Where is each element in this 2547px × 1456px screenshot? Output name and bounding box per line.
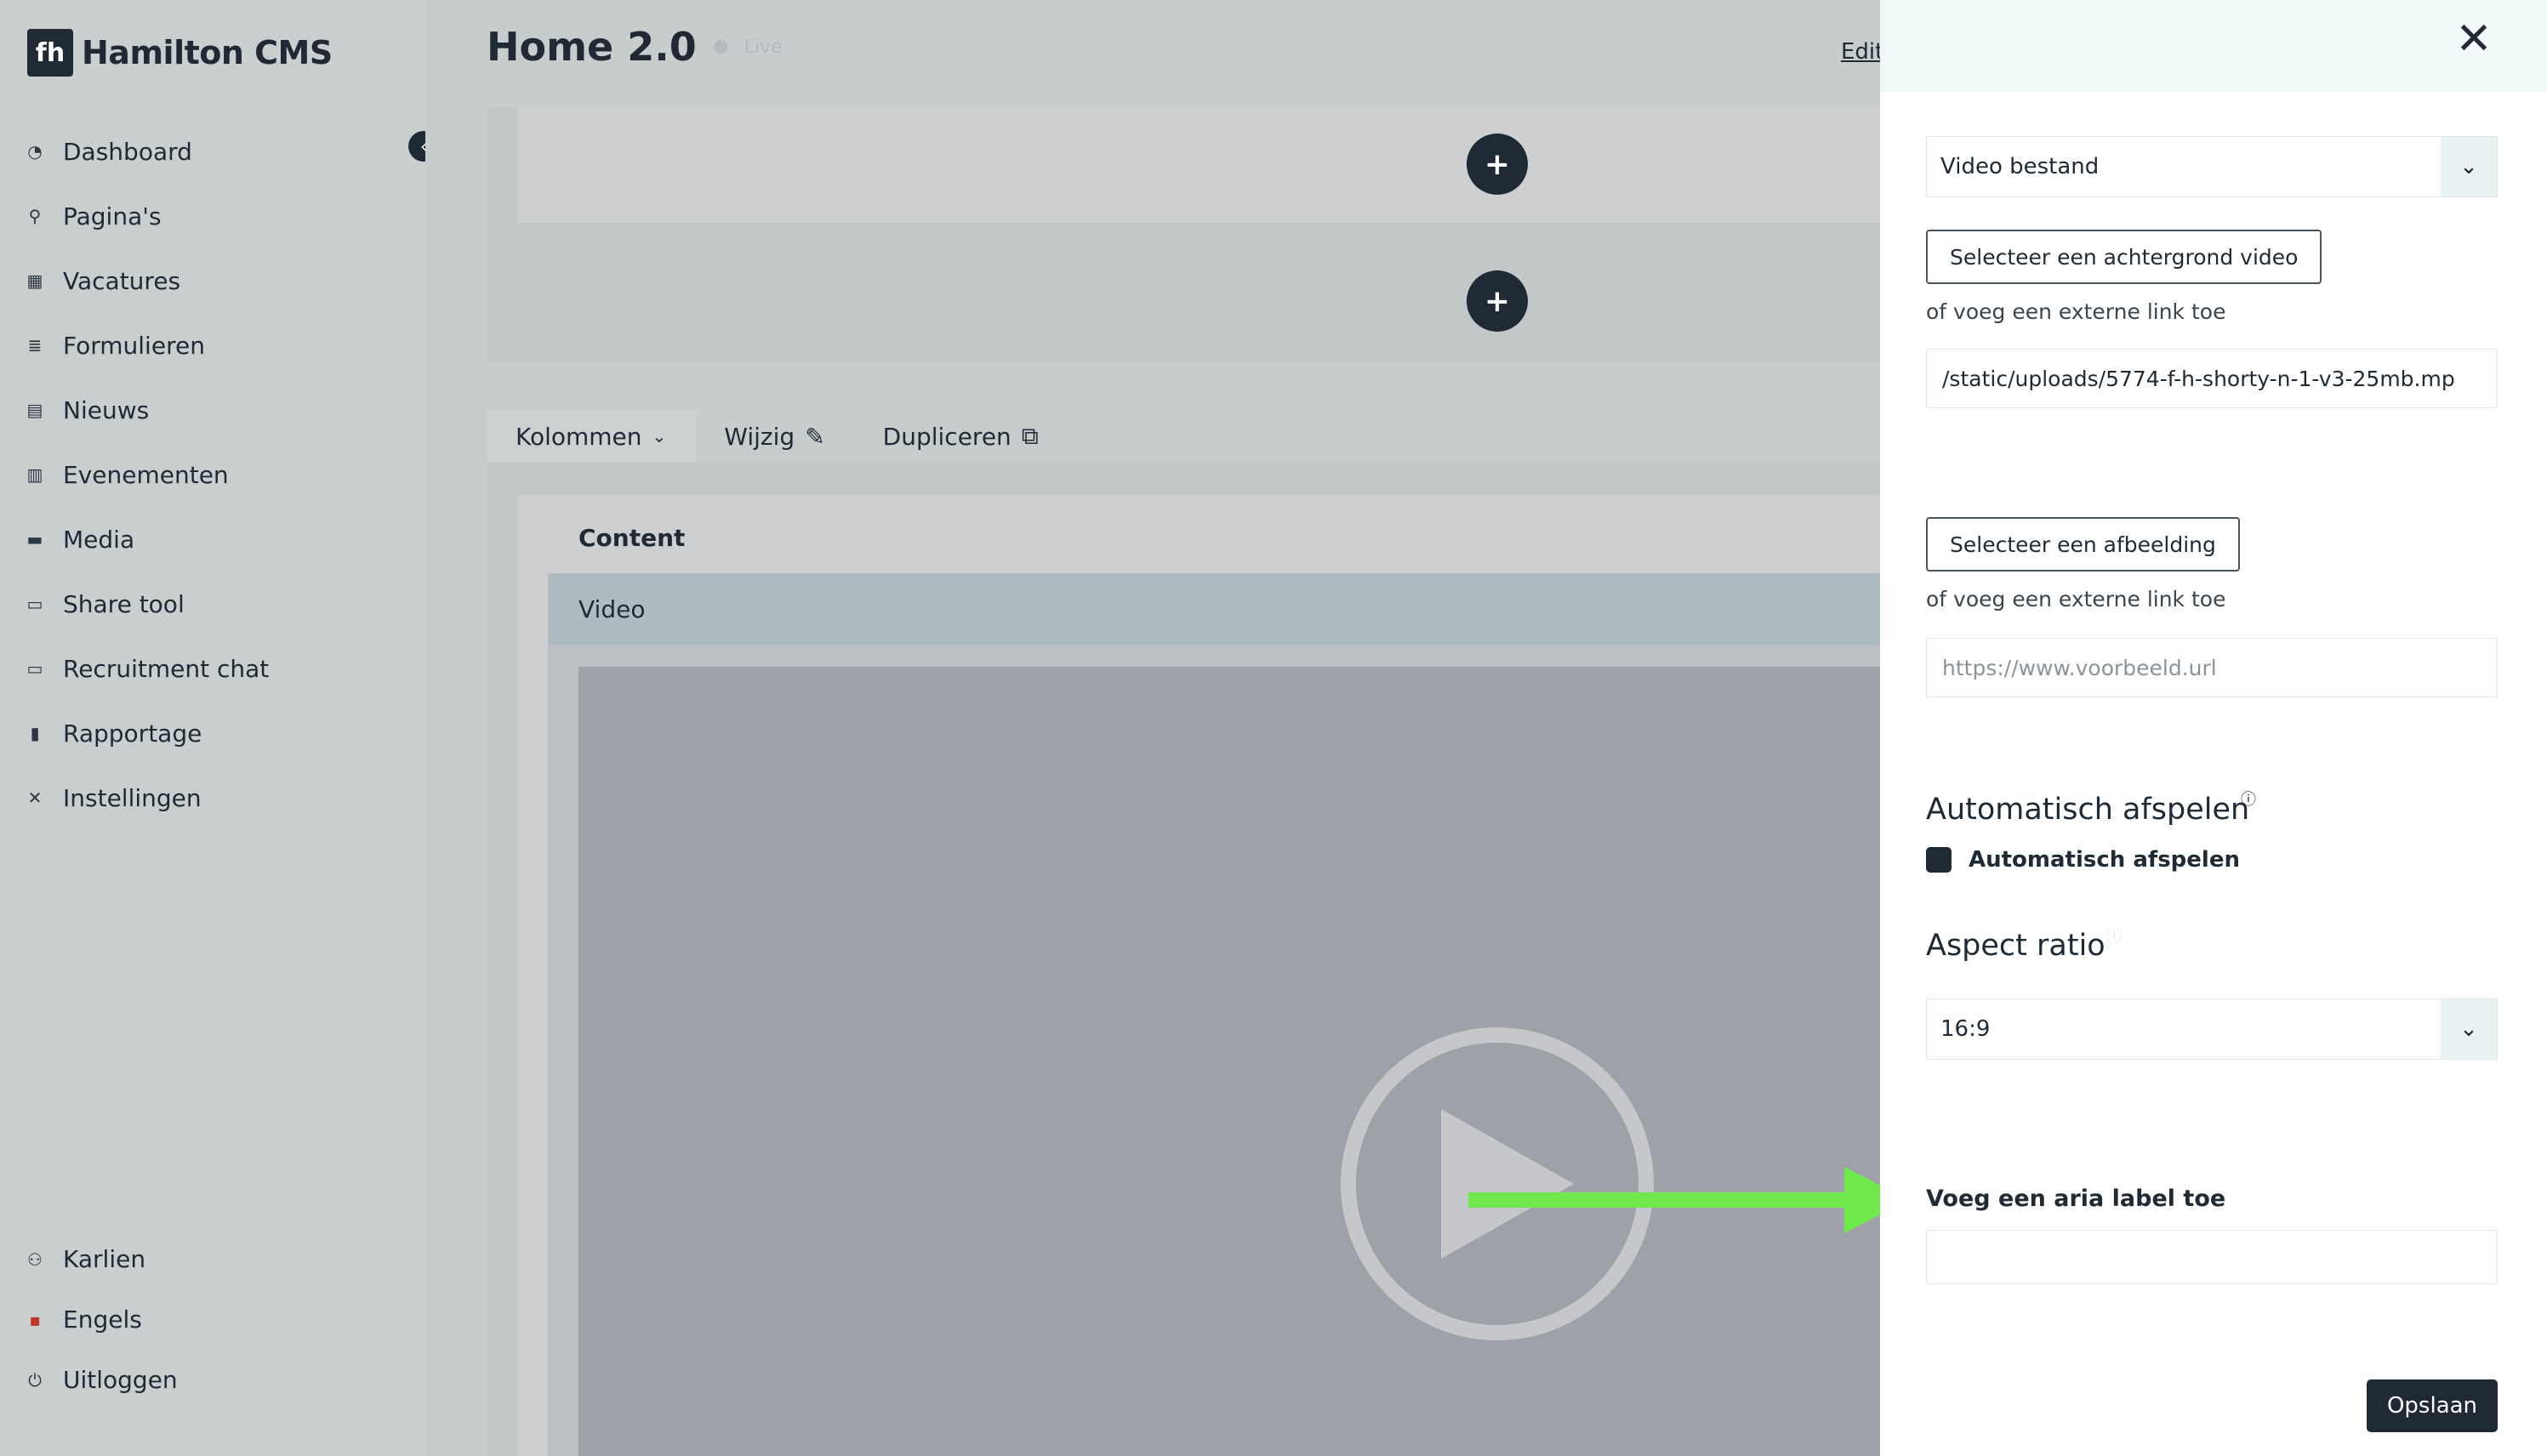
select-image-button[interactable]: Selecteer een afbeelding — [1926, 517, 2240, 572]
sidebar-bottom: ⚇ Karlien ▪ Engels ⏻ Uitloggen — [26, 1229, 400, 1410]
sidebar-item-label: Pagina's — [63, 202, 162, 230]
aspect-ratio-value: 16:9 — [1940, 1016, 1991, 1042]
sidebar-item-label: Media — [63, 525, 135, 554]
sidebar-item-label: Engels — [63, 1305, 142, 1334]
panel-header — [1880, 0, 2547, 92]
sidebar-item-label: Share tool — [63, 589, 185, 618]
sidebar-item-reports[interactable]: ▮ Rapportage — [26, 701, 400, 765]
sidebar-item-label: Nieuws — [63, 395, 150, 424]
sidebar-item-pages[interactable]: ⚲ Pagina's — [26, 184, 400, 248]
info-icon[interactable]: ⓘ — [2241, 788, 2256, 810]
autoplay-checkbox-label: Automatisch afspelen — [1969, 847, 2240, 873]
chevron-down-icon: ⌄ — [2441, 137, 2497, 196]
play-icon[interactable] — [1441, 1109, 1574, 1259]
autoplay-checkbox[interactable] — [1926, 847, 1952, 873]
add-row-button[interactable]: + — [1467, 270, 1528, 332]
aspect-ratio-title: Aspect ratio — [1926, 929, 2105, 963]
tools-icon: ✕ — [27, 788, 43, 808]
app-logo[interactable]: fh Hamilton CMS — [27, 29, 333, 77]
sidebar-item-label: Uitloggen — [63, 1366, 178, 1394]
sidebar-item-label: Evenementen — [63, 460, 229, 489]
chevron-down-icon: ⌄ — [2441, 999, 2497, 1059]
logo-text: Hamilton CMS — [82, 34, 333, 71]
chat-icon: ▭ — [26, 658, 43, 679]
block-toolbar: Kolommen ⌄ Wijzig ✎ Dupliceren ⧉ — [487, 410, 1882, 463]
logo-mark: fh — [27, 29, 73, 77]
sidebar-item-share-tool[interactable]: ▭ Share tool — [26, 572, 400, 636]
info-icon[interactable]: ⓘ — [2106, 925, 2122, 947]
edit-label: Wijzig — [724, 422, 795, 451]
folder-icon: ▬ — [26, 529, 43, 549]
power-icon: ⏻ — [28, 1369, 42, 1391]
gauge-icon: ◔ — [27, 141, 43, 162]
status-dot — [713, 40, 727, 54]
video-url-input[interactable]: /static/uploads/5774-f-h-shorty-n-1-v3-2… — [1926, 349, 2498, 408]
edit-button[interactable]: Wijzig ✎ — [695, 410, 853, 463]
autoplay-title: Automatisch afspelen — [1926, 793, 2250, 827]
add-block-button[interactable]: + — [1467, 134, 1528, 195]
sitemap-icon: ⚲ — [28, 206, 42, 226]
plus-icon: + — [1484, 146, 1511, 182]
sidebar-item-label: Rapportage — [63, 719, 202, 748]
aria-label-title: Voeg een aria label toe — [1926, 1186, 2226, 1212]
sidebar-nav: ◔ Dashboard ⚲ Pagina's ▦ Vacatures ≣ For… — [26, 119, 400, 830]
sidebar-item-label: Recruitment chat — [63, 654, 270, 683]
empty-row — [517, 107, 1882, 223]
sidebar: fh Hamilton CMS ◔ Dashboard ⚲ Pagina's ▦… — [0, 0, 425, 1456]
status-badge: Live — [744, 36, 783, 58]
plus-icon: + — [1484, 283, 1511, 319]
grid-icon: ▦ — [26, 270, 43, 291]
video-block-label: Video — [578, 594, 646, 623]
external-link-hint: of voeg een externe link toe — [1926, 587, 2226, 611]
sidebar-item-vacancies[interactable]: ▦ Vacatures — [26, 248, 400, 313]
video-player[interactable] — [578, 667, 1882, 1456]
annotation-arrow-line — [1468, 1192, 1848, 1208]
video-type-select[interactable]: Video bestand ⌄ — [1926, 136, 2498, 197]
external-link-hint: of voeg een externe link toe — [1926, 299, 2226, 324]
comment-icon: ▭ — [26, 594, 43, 614]
aria-label-input[interactable] — [1926, 1230, 2498, 1284]
content-section-label: Content — [578, 524, 686, 552]
newspaper-icon: ▤ — [26, 400, 43, 420]
video-type-value: Video bestand — [1940, 154, 2100, 179]
sidebar-item-label: Instellingen — [63, 783, 202, 812]
aspect-ratio-select[interactable]: 16:9 ⌄ — [1926, 998, 2498, 1060]
sidebar-item-logout[interactable]: ⏻ Uitloggen — [26, 1350, 400, 1410]
edit-link[interactable]: Edit — [1841, 39, 1883, 65]
duplicate-label: Dupliceren — [882, 422, 1011, 451]
edit-icon: ✎ — [805, 422, 825, 451]
sidebar-item-label: Dashboard — [63, 137, 192, 166]
sidebar-item-media[interactable]: ▬ Media — [26, 507, 400, 572]
user-icon: ⚇ — [27, 1248, 43, 1270]
duplicate-button[interactable]: Dupliceren ⧉ — [854, 410, 1068, 463]
close-panel-button[interactable]: ✕ — [2450, 14, 2498, 65]
select-background-video-button[interactable]: Selecteer een achtergrond video — [1926, 230, 2322, 284]
video-block-header[interactable]: Video — [548, 573, 1882, 645]
autoplay-checkbox-row[interactable]: Automatisch afspelen — [1926, 847, 2240, 873]
sidebar-item-label: Karlien — [63, 1245, 146, 1273]
sidebar-item-label: Formulieren — [63, 331, 205, 360]
close-icon: ✕ — [2455, 14, 2493, 65]
chevron-down-icon: ⌄ — [652, 426, 667, 446]
list-icon: ≣ — [27, 335, 43, 355]
sidebar-item-recruitment-chat[interactable]: ▭ Recruitment chat — [26, 636, 400, 701]
sidebar-item-user[interactable]: ⚇ Karlien — [26, 1229, 400, 1289]
flag-icon: ▪ — [29, 1309, 41, 1330]
sidebar-item-settings[interactable]: ✕ Instellingen — [26, 765, 400, 830]
copy-icon: ⧉ — [1021, 422, 1039, 450]
sidebar-item-events[interactable]: ▥ Evenementen — [26, 442, 400, 507]
sidebar-item-news[interactable]: ▤ Nieuws — [26, 378, 400, 442]
image-url-input[interactable]: https://www.voorbeeld.url — [1926, 638, 2498, 697]
sidebar-item-language[interactable]: ▪ Engels — [26, 1289, 400, 1350]
sidebar-item-forms[interactable]: ≣ Formulieren — [26, 313, 400, 378]
columns-dropdown[interactable]: Kolommen ⌄ — [487, 410, 696, 463]
page-title-text: Home 2.0 — [487, 24, 697, 70]
sidebar-item-label: Vacatures — [63, 266, 181, 295]
save-button[interactable]: Opslaan — [2367, 1379, 2498, 1432]
page-title: Home 2.0 Live — [487, 24, 783, 70]
sidebar-item-dashboard[interactable]: ◔ Dashboard — [26, 119, 400, 184]
calendar-icon: ▥ — [26, 464, 43, 485]
columns-label: Kolommen — [516, 422, 642, 451]
bar-chart-icon: ▮ — [30, 723, 40, 743]
